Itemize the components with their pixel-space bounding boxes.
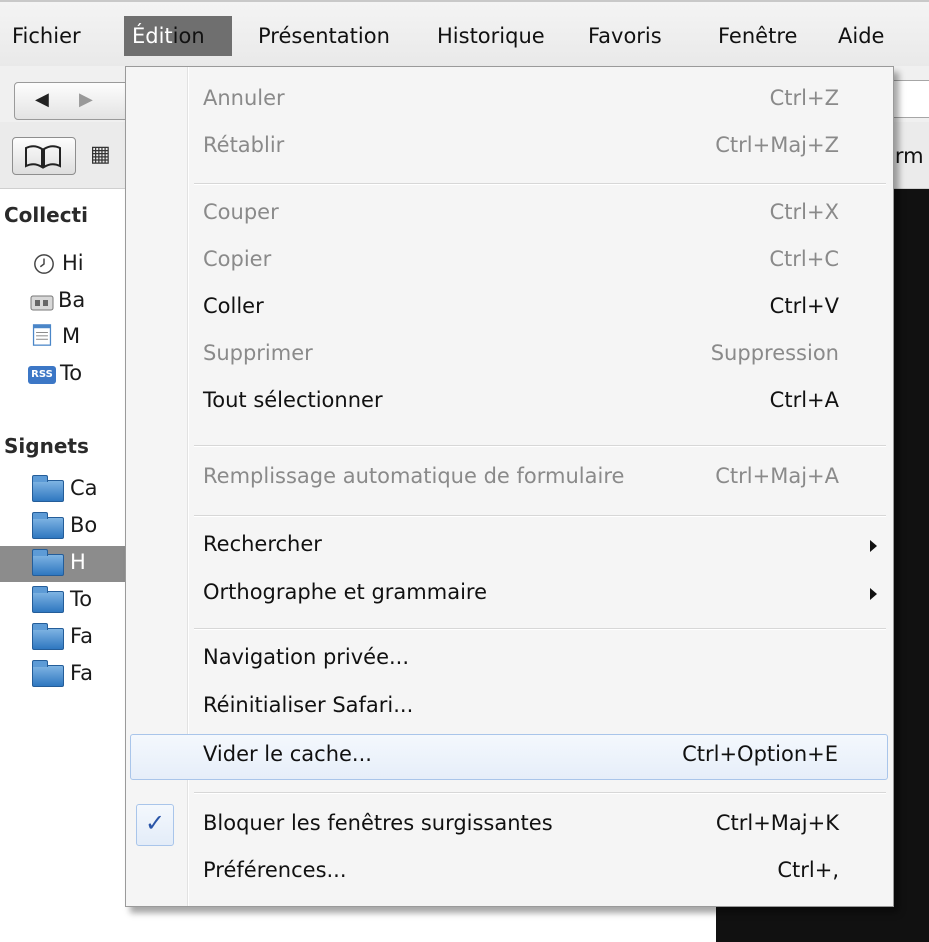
- menu-item-supprimer[interactable]: Supprimer Suppression: [126, 336, 893, 376]
- menu-item-label: Rétablir: [203, 133, 285, 157]
- menu-item-label: Coller: [203, 294, 264, 318]
- menu-item-retablir[interactable]: Rétablir Ctrl+Maj+Z: [126, 128, 893, 168]
- menu-item-shortcut: Ctrl+Maj+K: [715, 811, 839, 835]
- sidebar-item-label: Hi: [62, 251, 84, 275]
- clock-icon: [34, 254, 54, 274]
- menu-item-label: Réinitialiser Safari...: [203, 693, 414, 717]
- folder-icon: [32, 586, 64, 613]
- folder-icon: [32, 512, 64, 539]
- menu-item-label: Orthographe et grammaire: [203, 580, 487, 604]
- menu-item-label: Tout sélectionner: [203, 388, 383, 412]
- menu-item-orthographe-grammaire[interactable]: Orthographe et grammaire: [126, 575, 893, 615]
- menu-item-bloquer-fenetres[interactable]: ✓ Bloquer les fenêtres surgissantes Ctrl…: [126, 804, 893, 846]
- menu-item-label: Annuler: [203, 86, 285, 110]
- grid-view-icon[interactable]: ▦: [90, 142, 111, 167]
- forward-arrow-icon[interactable]: ▶: [79, 89, 93, 110]
- menu-item-reinitialiser-safari[interactable]: Réinitialiser Safari...: [126, 688, 893, 728]
- bookmarks-view-button[interactable]: [12, 137, 76, 175]
- menu-list-icon: [32, 324, 52, 346]
- sidebar-item-label: Ba: [58, 288, 86, 312]
- sidebar-item-label: M: [62, 324, 81, 348]
- menu-item-shortcut: Ctrl+Option+E: [682, 742, 838, 766]
- menu-historique[interactable]: Historique: [437, 16, 545, 56]
- menu-item-vider-cache[interactable]: Vider le cache... Ctrl+Option+E: [130, 734, 888, 780]
- menu-item-shortcut: Suppression: [710, 341, 839, 365]
- menu-fichier[interactable]: Fichier: [12, 16, 81, 56]
- menu-item-tout-selectionner[interactable]: Tout sélectionner Ctrl+A: [126, 383, 893, 423]
- submenu-arrow-icon: [870, 588, 877, 600]
- edit-menu-dropdown: Annuler Ctrl+Z Rétablir Ctrl+Maj+Z Coupe…: [125, 66, 894, 907]
- menu-item-label: Rechercher: [203, 532, 322, 556]
- menu-separator: [194, 628, 886, 630]
- sidebar-folder-label: Bo: [70, 513, 98, 537]
- menu-item-label: Préférences...: [203, 858, 347, 882]
- menu-item-couper[interactable]: Couper Ctrl+X: [126, 195, 893, 235]
- menu-item-remplissage-automatique[interactable]: Remplissage automatique de formulaire Ct…: [126, 459, 893, 499]
- menu-item-preferences[interactable]: Préférences... Ctrl+,: [126, 853, 893, 893]
- sidebar-folder-label: Fa: [70, 661, 94, 685]
- menu-item-shortcut: Ctrl+,: [777, 858, 839, 882]
- back-forward-buttons[interactable]: ◀ ▶: [14, 82, 134, 120]
- rss-icon: RSS: [28, 366, 56, 384]
- folder-icon: [32, 660, 64, 687]
- menu-presentation[interactable]: Présentation: [258, 16, 390, 56]
- menu-edition-label-tail: ion: [172, 24, 205, 48]
- menu-separator: [194, 792, 886, 794]
- menu-item-shortcut: Ctrl+Maj+Z: [715, 133, 839, 157]
- menu-item-shortcut: Ctrl+C: [769, 247, 839, 271]
- sidebar-item-label: To: [60, 361, 83, 385]
- checkmark-icon: ✓: [145, 809, 166, 837]
- menu-item-coller[interactable]: Coller Ctrl+V: [126, 289, 893, 329]
- folder-icon: [32, 549, 64, 576]
- menu-item-label: Copier: [203, 247, 272, 271]
- menu-item-shortcut: Ctrl+A: [769, 388, 839, 412]
- menu-item-rechercher[interactable]: Rechercher: [126, 527, 893, 567]
- menu-item-shortcut: Ctrl+Z: [769, 86, 839, 110]
- menu-edition[interactable]: Édition: [124, 16, 232, 56]
- sidebar-folder-label: Ca: [70, 476, 98, 500]
- menu-fenetre[interactable]: Fenêtre: [718, 16, 797, 56]
- menu-bar: Fichier Édition Présentation Historique …: [0, 0, 929, 66]
- menu-item-annuler[interactable]: Annuler Ctrl+Z: [126, 81, 893, 121]
- collections-heading: Collecti: [4, 203, 88, 227]
- menu-item-label: Couper: [203, 200, 279, 224]
- submenu-arrow-icon: [870, 540, 877, 552]
- menu-item-copier[interactable]: Copier Ctrl+C: [126, 242, 893, 282]
- menu-item-label: Bloquer les fenêtres surgissantes: [203, 811, 553, 835]
- sidebar-folder-label: H: [70, 550, 86, 574]
- menu-separator: [194, 183, 886, 185]
- menu-item-shortcut: Ctrl+Maj+A: [715, 464, 839, 488]
- menu-item-label: Navigation privée...: [203, 645, 410, 669]
- folder-icon: [32, 475, 64, 502]
- checkmark-box: ✓: [136, 804, 174, 846]
- menu-aide[interactable]: Aide: [838, 16, 884, 56]
- bookmarks-bar-icon: [30, 295, 54, 311]
- open-book-icon: [25, 145, 61, 169]
- sidebar-folder-label: Fa: [70, 624, 94, 648]
- bookmarks-heading: Signets: [4, 434, 89, 458]
- menu-favoris[interactable]: Favoris: [588, 16, 662, 56]
- menu-item-label: Vider le cache...: [203, 742, 372, 766]
- back-arrow-icon[interactable]: ◀: [35, 89, 49, 110]
- folder-icon: [32, 623, 64, 650]
- menu-item-label: Supprimer: [203, 341, 313, 365]
- menu-separator: [194, 445, 886, 447]
- menu-separator: [194, 515, 886, 517]
- menu-item-navigation-privee[interactable]: Navigation privée...: [126, 640, 893, 680]
- menu-item-shortcut: Ctrl+V: [769, 294, 839, 318]
- menu-item-label: Remplissage automatique de formulaire: [203, 464, 625, 488]
- menu-edition-label: Édit: [132, 24, 173, 48]
- menu-item-shortcut: Ctrl+X: [769, 200, 839, 224]
- sidebar-folder-label: To: [70, 587, 93, 611]
